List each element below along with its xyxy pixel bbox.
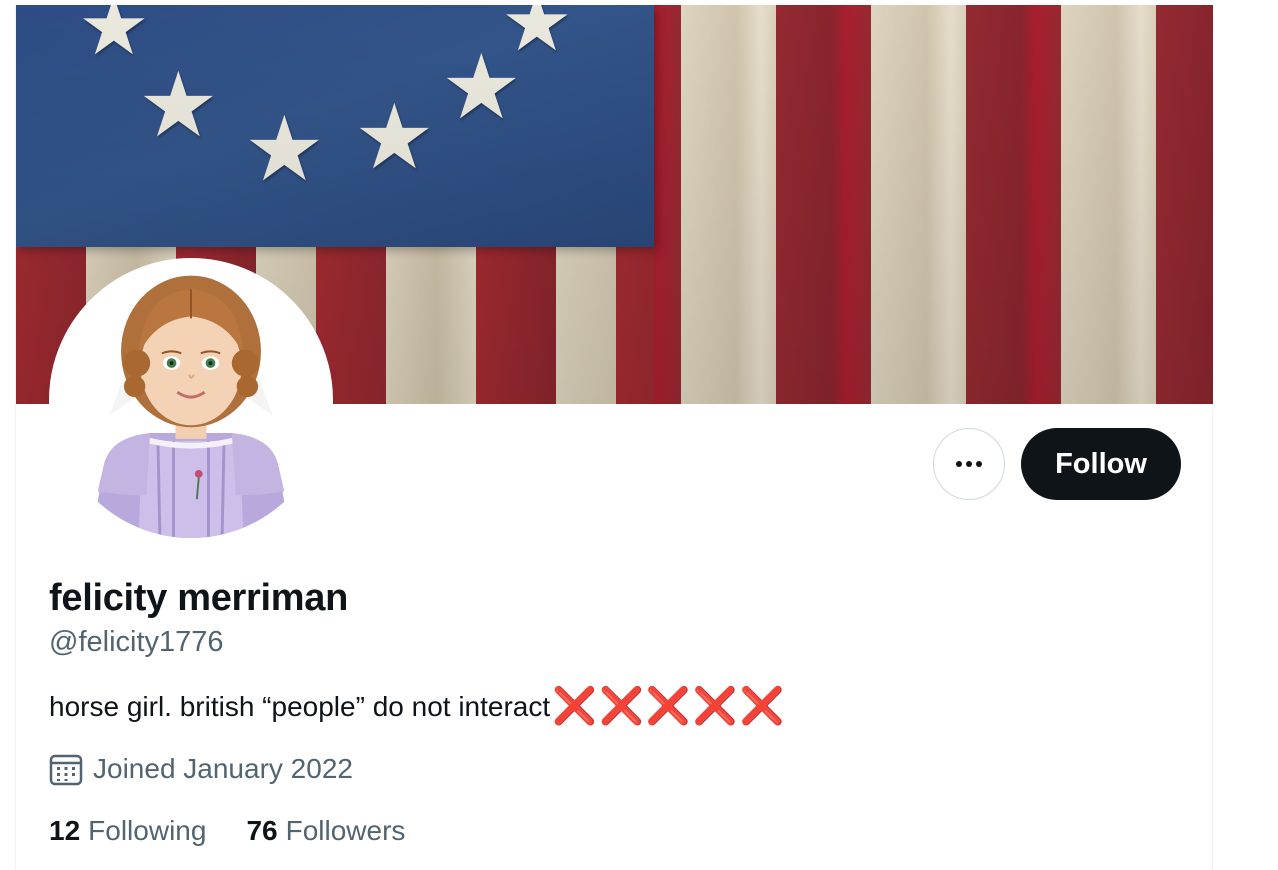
more-horizontal-icon bbox=[956, 461, 982, 467]
display-name: felicity merriman bbox=[49, 577, 349, 619]
calendar-icon bbox=[49, 754, 83, 786]
profile-bio: horse girl. british “people” do not inte… bbox=[49, 689, 786, 725]
joined-text: Joined January 2022 bbox=[93, 753, 353, 784]
following-label: Following bbox=[88, 815, 207, 846]
avatar-doll-image bbox=[53, 262, 329, 538]
profile-card: ★ ★ ★ ★ ★ ★ bbox=[15, 5, 1213, 870]
followers-link[interactable]: 76 Followers bbox=[246, 815, 405, 847]
avatar[interactable] bbox=[49, 258, 333, 542]
followers-count: 76 bbox=[246, 815, 278, 846]
username-handle: @felicity1776 bbox=[49, 626, 224, 658]
more-options-button[interactable] bbox=[933, 428, 1005, 500]
follow-button[interactable]: Follow bbox=[1021, 428, 1181, 500]
following-link[interactable]: 12 Following bbox=[49, 815, 206, 847]
followers-label: Followers bbox=[285, 815, 406, 846]
following-count: 12 bbox=[49, 815, 81, 846]
follow-stats: 12 Following 76 Followers bbox=[49, 815, 405, 847]
join-date: Joined January 2022 bbox=[49, 752, 353, 786]
cross-mark-emojis: ❌❌❌❌❌ bbox=[552, 686, 787, 727]
bio-text: horse girl. british “people” do not inte… bbox=[49, 691, 551, 722]
